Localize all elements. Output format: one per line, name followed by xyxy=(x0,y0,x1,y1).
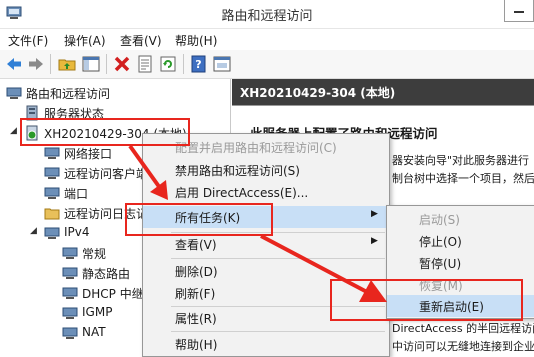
svg-text:?: ? xyxy=(195,58,201,71)
remote-clients-icon xyxy=(44,167,60,179)
up-folder-icon[interactable] xyxy=(58,55,76,73)
general-icon xyxy=(62,247,78,259)
toolbar: ? xyxy=(0,50,534,79)
title-bar: 路由和远程访问 xyxy=(0,0,534,29)
back-arrow-icon[interactable] xyxy=(5,55,23,73)
menu-file[interactable]: 文件(F) xyxy=(8,32,48,49)
forward-arrow-icon[interactable] xyxy=(27,55,45,73)
details-header: XH20210429-304 (本地) xyxy=(232,79,534,105)
details-text-2: 制台树中选择一个项目，然后 xyxy=(392,172,534,185)
menu-bar: 文件(F) 操作(A) 查看(V) 帮助(H) xyxy=(0,29,534,49)
menu-view[interactable]: 查看(V) xyxy=(120,32,162,49)
console-icon[interactable] xyxy=(213,55,231,73)
submenu-start[interactable]: 启动(S) xyxy=(387,208,534,230)
details-text-1: 器安装向导"对此服务器进行 xyxy=(392,154,530,167)
menu-action[interactable]: 操作(A) xyxy=(64,32,106,49)
details-text-4: 中访问可以无缝地连接到企业网 xyxy=(392,340,534,353)
igmp-icon xyxy=(62,307,78,319)
nat-icon xyxy=(62,327,78,339)
menu-help[interactable]: 帮助(H) xyxy=(175,32,217,49)
network-interfaces-icon xyxy=(44,147,60,159)
dhcp-icon xyxy=(62,287,78,299)
routing-root-icon xyxy=(6,87,22,99)
ipv4-collapse-arrow-icon[interactable]: ◢ xyxy=(30,226,37,236)
ports-icon xyxy=(44,187,60,199)
annotation-arrow-1-icon xyxy=(128,144,168,200)
submenu-arrow-icon: ▶ xyxy=(371,209,378,219)
help-book-icon[interactable]: ? xyxy=(190,55,208,73)
submenu-stop[interactable]: 停止(O) xyxy=(387,230,534,252)
minimize-icon xyxy=(514,11,524,13)
refresh-icon[interactable] xyxy=(159,55,177,73)
ipv4-icon xyxy=(44,227,60,239)
minimize-button[interactable] xyxy=(504,0,534,22)
show-hide-tree-icon[interactable] xyxy=(82,55,100,73)
submenu-pause[interactable]: 暂停(U) xyxy=(387,252,534,274)
menu-help[interactable]: 帮助(H) xyxy=(143,333,389,355)
window-title: 路由和远程访问 xyxy=(221,9,313,24)
delete-x-icon[interactable] xyxy=(113,55,131,73)
properties-icon[interactable] xyxy=(136,55,154,73)
static-routes-icon xyxy=(62,267,78,279)
folder-icon xyxy=(44,208,60,220)
annotation-arrow-2-icon xyxy=(260,234,387,302)
details-text-3: DirectAccess 的半回远程访问 xyxy=(392,322,534,335)
collapse-arrow-icon[interactable]: ◢ xyxy=(10,126,17,136)
